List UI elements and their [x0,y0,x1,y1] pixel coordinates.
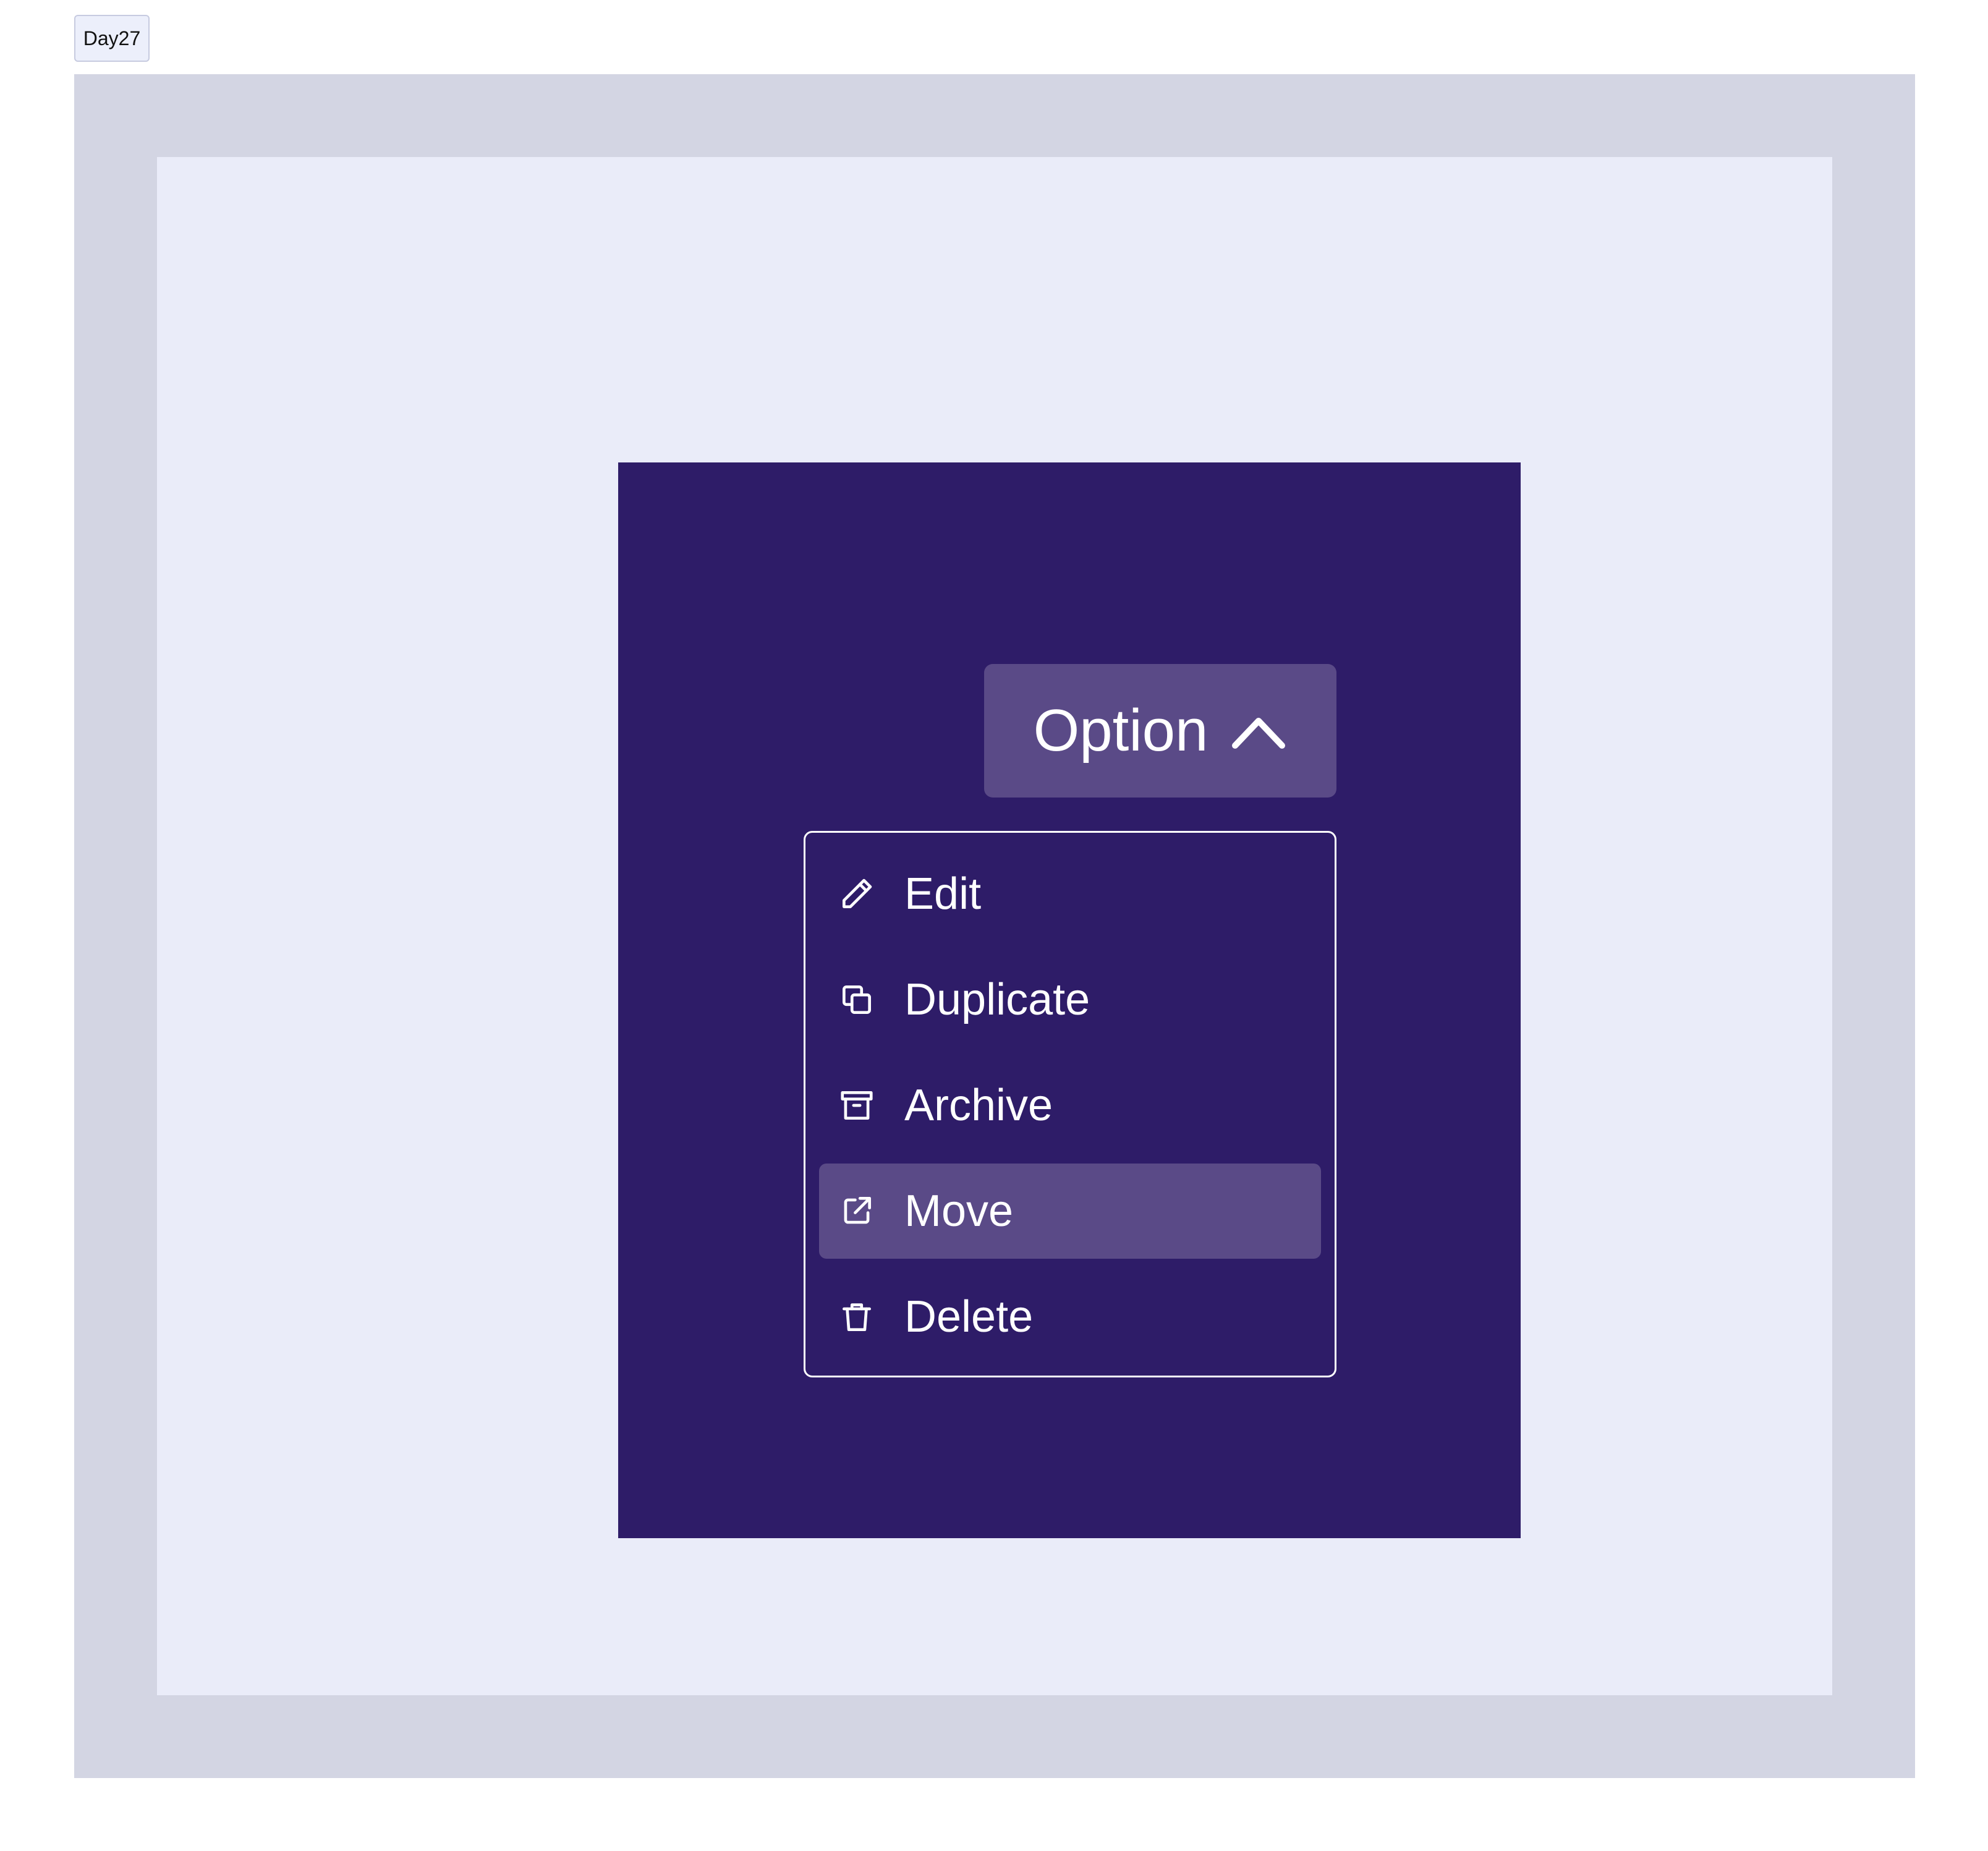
option-dropdown-button[interactable]: Option [984,664,1336,798]
inner-frame: Option Edit Duplicate Archive Move Delet… [157,157,1832,1695]
dropdown-card: Option Edit Duplicate Archive Move Delet… [618,462,1521,1538]
menu-item-label: Archive [904,1081,1053,1130]
menu-item-delete[interactable]: Delete [819,1269,1321,1364]
duplicate-icon [843,985,871,1014]
menu-item-edit[interactable]: Edit [819,846,1321,942]
chevron-up-icon [1232,718,1286,749]
outer-frame: Option Edit Duplicate Archive Move Delet… [74,74,1915,1778]
day-tag: Day27 [74,15,150,62]
menu-item-label: Move [904,1186,1014,1236]
trash-icon [843,1303,871,1331]
menu-item-label: Duplicate [904,975,1090,1024]
archive-icon [841,1091,873,1120]
menu-item-archive[interactable]: Archive [819,1058,1321,1153]
menu-item-move[interactable]: Move [819,1164,1321,1259]
option-button-label: Option [1033,697,1209,764]
menu-item-label: Delete [904,1292,1034,1342]
external-link-icon [844,1197,871,1224]
dropdown-menu: Edit Duplicate Archive Move Delete [804,831,1336,1377]
menu-item-duplicate[interactable]: Duplicate [819,952,1321,1047]
pencil-icon [843,879,872,908]
menu-item-label: Edit [904,869,982,919]
